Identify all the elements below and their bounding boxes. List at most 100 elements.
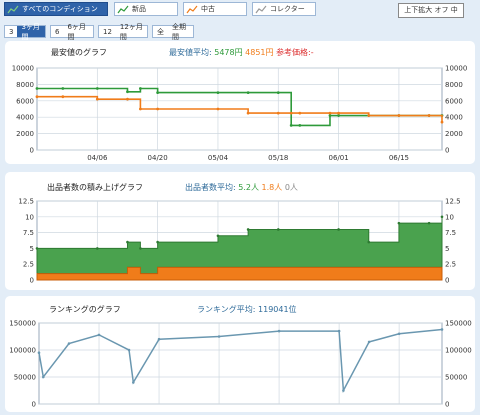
data-point [35, 247, 39, 250]
period-all[interactable]: 全全期間 [152, 23, 194, 41]
y-tick-label-right: 5 [445, 245, 449, 253]
data-point [216, 91, 220, 94]
line-chart-icon [7, 5, 19, 13]
zoom-toggle-button[interactable]: 上下拡大 オフ 中 [398, 3, 464, 18]
y-tick-label-right: 12.5 [445, 198, 461, 206]
period-number: 6 [55, 27, 60, 36]
data-point [337, 228, 340, 231]
y-tick-label-right: 8000 [445, 81, 463, 89]
data-point [342, 389, 345, 392]
y-tick-label: 10000 [12, 65, 34, 73]
y-tick-label-right: 6000 [445, 97, 463, 105]
data-point [127, 348, 131, 352]
y-tick-label-right: 50000 [445, 374, 467, 382]
data-point [126, 240, 129, 244]
y-tick-label-right: 2.5 [445, 261, 456, 269]
tab-label: 新品 [132, 5, 146, 13]
data-point [277, 329, 281, 333]
data-point [276, 111, 280, 115]
data-point [298, 124, 302, 127]
y-tick-label: 12.5 [18, 198, 34, 206]
data-point [35, 95, 39, 99]
y-tick-label-right: 150000 [445, 320, 472, 328]
data-point [328, 111, 332, 115]
data-point [337, 111, 340, 115]
data-point [440, 215, 444, 219]
y-tick-label: 7.5 [23, 229, 34, 237]
x-tick-label: 04/06 [87, 154, 108, 162]
tab-new[interactable]: 新品 [114, 2, 178, 16]
x-tick-label: 06/01 [329, 154, 349, 162]
data-point [246, 228, 250, 231]
y-tick-label: 0 [32, 401, 36, 409]
data-point [246, 91, 250, 94]
y-tick-label: 2.5 [23, 261, 34, 269]
period-label: 12ヶ月間 [119, 22, 143, 41]
data-point [67, 342, 71, 345]
y-tick-label: 0 [30, 277, 34, 285]
data-point [156, 107, 160, 111]
y-tick-label: 8000 [16, 81, 34, 89]
price-chart-panel: 最安値のグラフ 最安値平均: 5478円 4851円 参考価格:- 0 0 2000… [5, 41, 475, 164]
data-point [139, 107, 142, 111]
data-point [298, 111, 302, 115]
data-point [37, 351, 41, 354]
data-point [328, 114, 332, 117]
data-point [61, 87, 65, 90]
data-point [217, 335, 221, 338]
data-point [367, 240, 371, 244]
x-tick-label: 05/18 [268, 154, 288, 162]
data-point [126, 97, 129, 101]
tab-used[interactable]: 中古 [183, 2, 247, 16]
tab-label: すべてのコンディション [22, 5, 98, 13]
line-chart-icon [255, 5, 267, 13]
period-3-months[interactable]: 3 3ヶ月間 [4, 23, 46, 41]
data-point [139, 247, 142, 250]
data-point [97, 333, 101, 337]
sellers-chart-panel: 出品者数の積み上げグラフ 出品者数平均: 5.2人 1.8人 0人 0 0 2.5 2… [5, 172, 475, 290]
data-point [139, 87, 142, 90]
y-tick-label-right: 0 [445, 147, 449, 155]
data-point [397, 114, 401, 117]
tab-collector[interactable]: コレクター [252, 2, 316, 16]
y-tick-label-right: 0 [445, 277, 449, 285]
period-6-months[interactable]: 6 6ヶ月間 [50, 23, 94, 41]
x-tick-label: 05/04 [208, 154, 229, 162]
y-tick-label-right: 4000 [445, 114, 463, 122]
data-point [95, 87, 99, 90]
data-point [276, 228, 280, 231]
data-point [61, 95, 65, 99]
price-chart: 0 0 2000 2000 4000 4000 6000 6000 8000 8000 10000 1… [12, 65, 468, 163]
data-point [41, 375, 45, 379]
data-point [337, 114, 340, 117]
data-point [246, 111, 250, 115]
data-point [427, 114, 431, 117]
y-tick-label-right: 100000 [445, 347, 472, 355]
data-point [367, 340, 371, 344]
y-tick-label: 2000 [16, 130, 34, 138]
tab-all-conditions[interactable]: すべてのコンディション [4, 2, 108, 16]
line-chart-icon [186, 5, 198, 13]
x-tick-label: 04/20 [148, 154, 168, 162]
period-12-months[interactable]: 12 12ヶ月間 [98, 22, 148, 41]
ranking-chart: 0 0 50000 50000 100000 100000 150000 150000 [9, 320, 472, 409]
data-point [216, 234, 220, 238]
data-point [156, 91, 160, 94]
data-point [96, 247, 99, 250]
tab-label: コレクター [270, 5, 305, 13]
data-point [276, 91, 280, 94]
data-point [126, 90, 129, 94]
y-tick-label: 50000 [14, 374, 36, 382]
y-tick-label-right: 7.5 [445, 229, 456, 237]
y-tick-label: 150000 [9, 320, 36, 328]
data-point [337, 329, 341, 333]
period-number: 12 [103, 27, 112, 36]
period-number: 全 [157, 27, 164, 36]
period-number: 3 [9, 27, 14, 36]
data-point [95, 97, 99, 101]
data-point [427, 221, 431, 225]
y-tick-label-right: 0 [445, 401, 449, 409]
y-tick-label: 100000 [9, 347, 36, 355]
y-tick-label: 10 [25, 213, 34, 221]
data-point [440, 120, 444, 124]
